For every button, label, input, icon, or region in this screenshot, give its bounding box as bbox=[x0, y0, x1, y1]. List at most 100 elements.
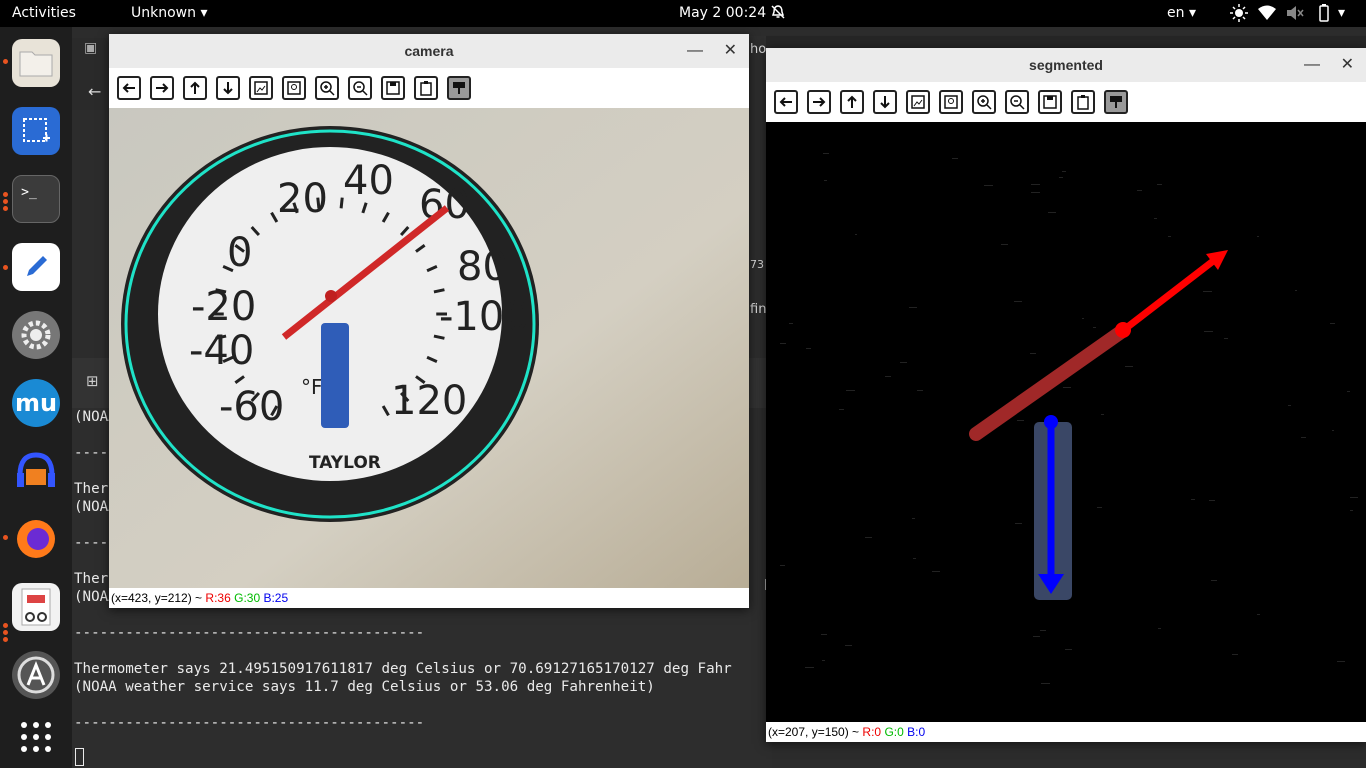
dial-label: °F bbox=[301, 375, 323, 399]
segmentation-noise bbox=[1125, 366, 1133, 367]
text-editor-icon[interactable] bbox=[12, 243, 60, 291]
status-green: G:30 bbox=[234, 591, 261, 605]
close-button[interactable]: ✕ bbox=[1341, 48, 1354, 82]
terminal-icon[interactable]: >_ bbox=[12, 175, 60, 223]
dial-label: 20 bbox=[277, 176, 328, 222]
save-icon[interactable] bbox=[381, 76, 405, 100]
clock[interactable]: May 2 00:24 bbox=[679, 5, 766, 21]
pan-down-icon[interactable] bbox=[873, 90, 897, 114]
segmentation-noise bbox=[839, 409, 844, 410]
window-menu-icon[interactable]: ▣ bbox=[84, 40, 97, 56]
segmentation-noise bbox=[1031, 184, 1040, 185]
segmentation-noise bbox=[1337, 661, 1345, 662]
battery-icon[interactable] bbox=[1316, 4, 1332, 26]
segmentation-noise bbox=[1330, 323, 1335, 324]
running-indicator bbox=[3, 265, 8, 270]
segmentation-noise bbox=[1332, 430, 1334, 431]
app-menu[interactable]: Unknown ▾ bbox=[131, 5, 207, 21]
segmented-window[interactable]: segmented — ✕ (x=207, y=150) ~ R:0 G:0 B… bbox=[766, 48, 1366, 742]
dial-label: 0 bbox=[227, 230, 252, 276]
window-title: camera bbox=[404, 43, 454, 59]
close-button[interactable]: ✕ bbox=[724, 34, 737, 68]
terminal-cursor bbox=[75, 748, 84, 766]
segmentation-noise bbox=[1288, 405, 1291, 406]
zoom-out-icon[interactable] bbox=[1005, 90, 1029, 114]
segmentation-noise bbox=[1347, 391, 1350, 392]
segmentation-noise bbox=[1157, 184, 1162, 185]
camera-image[interactable]: 20 40 60 0 80 -20 -100 -40 -60 120 °F TAYLOR bbox=[109, 108, 749, 588]
running-indicator bbox=[3, 535, 8, 540]
segmentation-noise bbox=[1211, 580, 1217, 581]
pan-left-icon[interactable] bbox=[774, 90, 798, 114]
back-arrow-icon[interactable]: ← bbox=[88, 82, 101, 101]
segmentation-noise bbox=[1137, 190, 1142, 191]
top-bar: Activities Unknown ▾ May 2 00:24 en ▾ ▾ bbox=[0, 0, 1366, 27]
minimize-button[interactable]: — bbox=[1304, 48, 1320, 82]
segmentation-noise bbox=[1350, 510, 1353, 511]
segmented-titlebar[interactable]: segmented — ✕ bbox=[766, 48, 1366, 82]
activities-button[interactable]: Activities bbox=[12, 5, 76, 21]
segmentation-noise bbox=[1203, 291, 1212, 292]
segmentation-noise bbox=[1168, 236, 1171, 237]
brightness-icon[interactable] bbox=[1230, 4, 1248, 26]
segmented-image[interactable] bbox=[766, 122, 1366, 722]
zoom-image-icon[interactable] bbox=[906, 90, 930, 114]
language-indicator[interactable]: en ▾ bbox=[1167, 5, 1196, 21]
terminal-prompt-glyph: >_ bbox=[21, 184, 37, 200]
wifi-icon[interactable] bbox=[1258, 5, 1276, 25]
software-updater-icon[interactable] bbox=[12, 651, 60, 699]
pan-left-icon[interactable] bbox=[117, 76, 141, 100]
notifications-off-icon[interactable] bbox=[770, 4, 786, 24]
dial-label: -20 bbox=[191, 284, 256, 330]
camera-window[interactable]: camera — ✕ 20 40 60 0 80 -20 -100 -40 -60 120 °F TA… bbox=[109, 34, 749, 608]
dial-label: 40 bbox=[343, 158, 394, 204]
properties-icon[interactable] bbox=[1104, 90, 1128, 114]
new-tab-icon[interactable]: ⊞ bbox=[86, 372, 99, 390]
properties-icon[interactable] bbox=[447, 76, 471, 100]
zoom-out-icon[interactable] bbox=[348, 76, 372, 100]
show-applications-icon[interactable] bbox=[12, 713, 60, 761]
segmentation-noise bbox=[1041, 683, 1050, 684]
pan-up-icon[interactable] bbox=[183, 76, 207, 100]
files-icon[interactable] bbox=[12, 39, 60, 87]
minimize-button[interactable]: — bbox=[687, 34, 703, 68]
chevron-down-icon: ▾ bbox=[1188, 5, 1196, 21]
running-indicator bbox=[3, 630, 8, 635]
volume-muted-icon[interactable] bbox=[1286, 5, 1304, 25]
zoom-in-icon[interactable] bbox=[315, 76, 339, 100]
segmentation-noise bbox=[1063, 387, 1071, 388]
bg-text-fragment: 73 bbox=[750, 258, 764, 271]
camera-toolbar bbox=[109, 68, 749, 108]
zoom-image-icon[interactable] bbox=[249, 76, 273, 100]
segmentation-noise bbox=[1301, 437, 1306, 438]
segmentation-noise bbox=[909, 307, 917, 308]
pan-up-icon[interactable] bbox=[840, 90, 864, 114]
copy-clipboard-icon[interactable] bbox=[414, 76, 438, 100]
copy-clipboard-icon[interactable] bbox=[1071, 90, 1095, 114]
document-viewer-icon[interactable] bbox=[12, 583, 60, 631]
segmentation-noise bbox=[806, 348, 811, 349]
settings-icon[interactable] bbox=[12, 311, 60, 359]
firefox-icon[interactable] bbox=[12, 515, 60, 563]
segmentation-noise bbox=[1350, 497, 1358, 498]
pan-down-icon[interactable] bbox=[216, 76, 240, 100]
segmentation-noise bbox=[932, 571, 940, 572]
pan-right-icon[interactable] bbox=[150, 76, 174, 100]
segmentation-noise bbox=[1040, 630, 1046, 631]
segmentation-noise bbox=[1209, 500, 1215, 501]
segmentation-noise bbox=[1093, 327, 1096, 328]
pan-right-icon[interactable] bbox=[807, 90, 831, 114]
segmentation-noise bbox=[984, 185, 993, 186]
zoom-original-icon[interactable] bbox=[282, 76, 306, 100]
segmentation-noise bbox=[952, 158, 958, 159]
camera-titlebar[interactable]: camera — ✕ bbox=[109, 34, 749, 68]
zoom-original-icon[interactable] bbox=[939, 90, 963, 114]
running-indicator bbox=[3, 637, 8, 642]
dial-label: -40 bbox=[189, 328, 254, 374]
system-menu-chevron-icon[interactable]: ▾ bbox=[1338, 5, 1345, 21]
musescore-icon[interactable]: mu bbox=[12, 379, 60, 427]
save-icon[interactable] bbox=[1038, 90, 1062, 114]
zoom-in-icon[interactable] bbox=[972, 90, 996, 114]
audacity-icon[interactable] bbox=[12, 447, 60, 495]
screenshot-icon[interactable] bbox=[12, 107, 60, 155]
